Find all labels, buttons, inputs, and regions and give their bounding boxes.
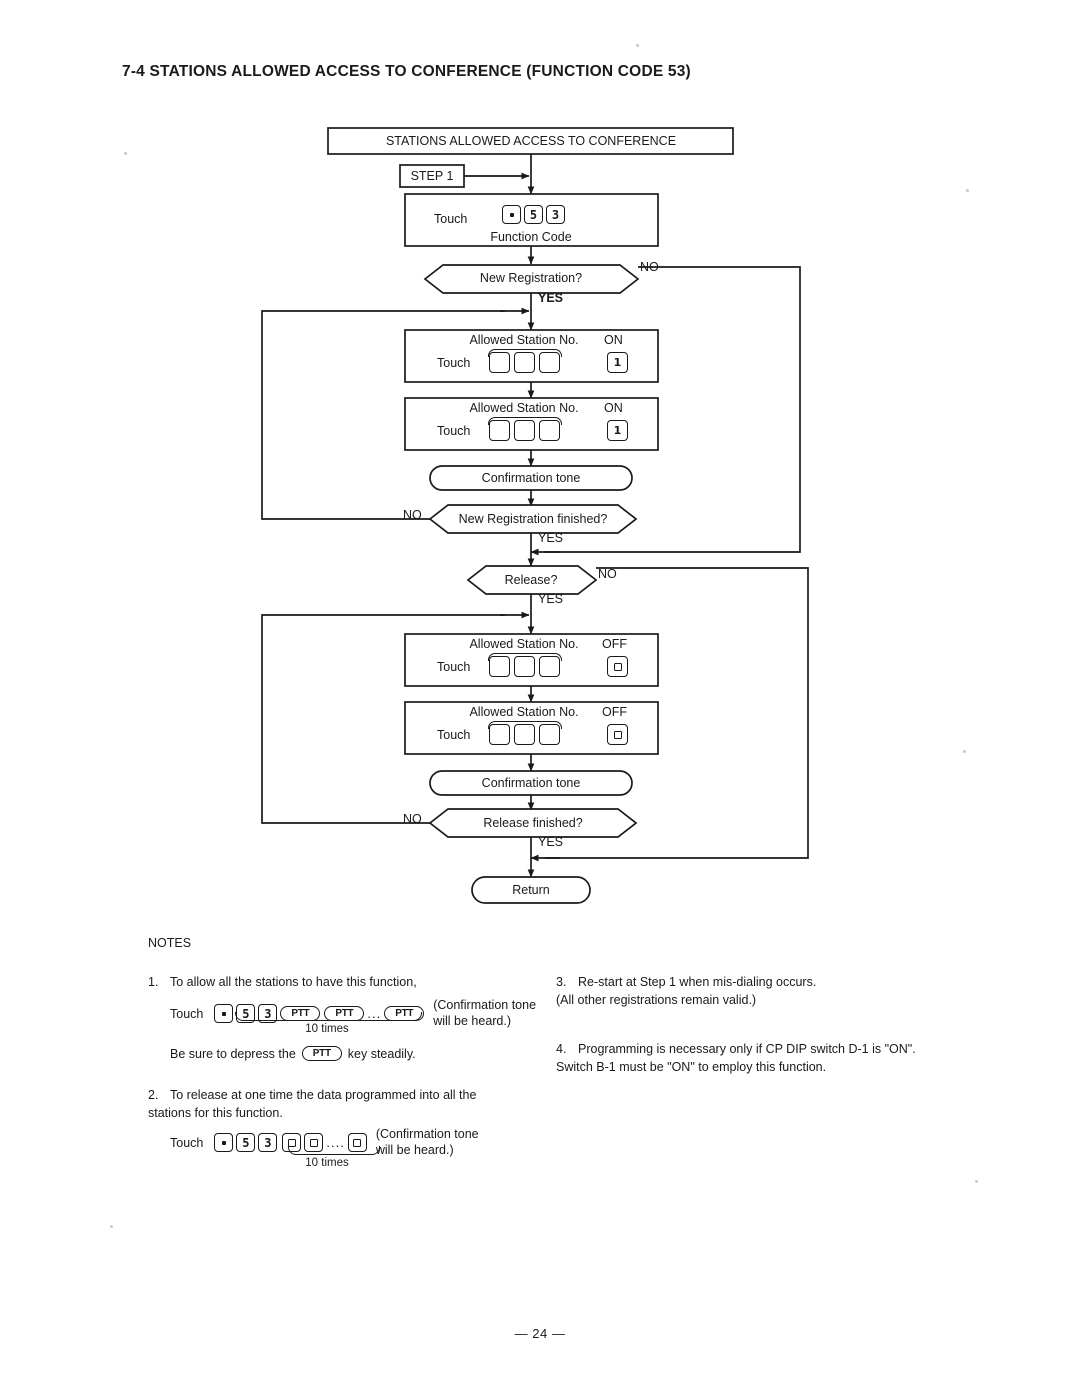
station-on-touch-2: Touch: [437, 424, 471, 438]
function-code-touch-label: Touch: [434, 212, 468, 226]
station-on-title-1: Allowed Station No.: [469, 333, 579, 347]
station-key-2[interactable]: [514, 420, 535, 441]
note-1-underbrace: [235, 1012, 422, 1021]
function-code-keys[interactable]: 5 3: [502, 205, 565, 224]
flowchart: STATIONS ALLOWED ACCESS TO CONFERENCE ST…: [0, 0, 1080, 930]
station-off-title-2: Allowed Station No.: [469, 705, 579, 719]
note-4: 4. Programming is necessary only if CP D…: [556, 1040, 976, 1076]
key-5[interactable]: 5: [524, 205, 543, 224]
station-on-state-label-1: ON: [604, 333, 623, 347]
return-terminal-label: Return: [512, 883, 550, 897]
note-2-repeat-label: 10 times: [305, 1157, 349, 1169]
note-2-touch-label: Touch: [170, 1135, 204, 1150]
branch-no-release: NO: [598, 567, 617, 581]
scan-speck: [975, 1180, 978, 1183]
note-4-number: 4.: [556, 1042, 567, 1056]
state-key-off-1[interactable]: [607, 656, 628, 677]
function-code-caption: Function Code: [490, 230, 572, 244]
state-key-on-2[interactable]: 1: [607, 420, 628, 441]
station-on-touch-1: Touch: [437, 356, 471, 370]
note-1-footer-after: key steadily.: [347, 1046, 416, 1061]
note-4-text: Programming is necessary only if CP DIP …: [556, 1042, 916, 1075]
scan-speck: [966, 189, 969, 192]
key-one-1[interactable]: 1: [607, 352, 628, 373]
decision-new-registration: New Registration?: [479, 271, 583, 285]
station-key-3[interactable]: [539, 724, 560, 745]
note-2: 2. To release at one time the data progr…: [148, 1086, 548, 1122]
note-1-text: To allow all the stations to have this f…: [170, 975, 417, 989]
note-1-repeat-label: 10 times: [305, 1023, 349, 1035]
note-1-touch-label: Touch: [170, 1006, 204, 1021]
branch-no-release-finished: NO: [403, 812, 422, 826]
station-keys-4[interactable]: [489, 724, 560, 745]
note-3: 3. Re-start at Step 1 when mis-dialing o…: [556, 973, 976, 1009]
flow-step-tag: STEP 1: [410, 169, 454, 183]
station-on-state-label-2: ON: [604, 401, 623, 415]
scan-speck: [636, 44, 639, 47]
note-1-paren: (Confirmation tone will be heard.): [433, 998, 537, 1028]
station-off-touch-2: Touch: [437, 728, 471, 742]
station-keys-1[interactable]: [489, 352, 560, 373]
station-off-title-1: Allowed Station No.: [469, 637, 579, 651]
note-1: 1. To allow all the stations to have thi…: [148, 973, 548, 991]
key-dot[interactable]: [214, 1133, 234, 1153]
station-key-1[interactable]: [489, 724, 510, 745]
decision-release: Release?: [504, 573, 558, 587]
confirmation-tone-2: Confirmation tone: [481, 776, 581, 790]
station-key-2[interactable]: [514, 656, 535, 677]
station-off-state-label-2: OFF: [602, 705, 627, 719]
station-off-state-label-1: OFF: [602, 637, 627, 651]
ptt-key-footer[interactable]: PTT: [301, 1046, 342, 1061]
scan-speck: [110, 1225, 113, 1228]
flow-title-box-label: STATIONS ALLOWED ACCESS TO CONFERENCE: [385, 134, 677, 148]
notes-heading: NOTES: [148, 936, 192, 950]
key-dot[interactable]: [502, 205, 521, 224]
note-1-number: 1.: [148, 975, 159, 989]
note-1-footer-before: Be sure to depress the: [170, 1046, 296, 1061]
page-number: — 24 —: [514, 1326, 566, 1341]
branch-yes-new-registration-finished: YES: [538, 531, 564, 545]
station-keys-3[interactable]: [489, 656, 560, 677]
decision-new-registration-finished: New Registration finished?: [458, 512, 608, 526]
station-key-2[interactable]: [514, 724, 535, 745]
note-2-underbrace: [288, 1146, 380, 1155]
station-keys-2[interactable]: [489, 420, 560, 441]
confirmation-tone-1: Confirmation tone: [481, 471, 581, 485]
state-key-on-1[interactable]: 1: [607, 352, 628, 373]
note-2-paren: (Confirmation tone will be heard.): [375, 1127, 479, 1157]
note-2-text: To release at one time the data programm…: [148, 1088, 477, 1121]
station-key-1[interactable]: [489, 420, 510, 441]
note-3-text: Re-start at Step 1 when mis-dialing occu…: [556, 975, 817, 1008]
station-key-3[interactable]: [539, 352, 560, 373]
station-key-3[interactable]: [539, 656, 560, 677]
branch-no-new-registration: NO: [640, 260, 659, 274]
key-3[interactable]: 3: [258, 1133, 278, 1153]
key-one-2[interactable]: 1: [607, 420, 628, 441]
key-dot[interactable]: [214, 1004, 234, 1024]
state-key-off-2[interactable]: [607, 724, 628, 745]
station-key-3[interactable]: [539, 420, 560, 441]
note-2-number: 2.: [148, 1088, 159, 1102]
key-zero-2[interactable]: [607, 724, 628, 745]
document-page: 7-4 STATIONS ALLOWED ACCESS TO CONFERENC…: [0, 0, 1080, 1397]
branch-yes-release: YES: [538, 592, 564, 606]
scan-speck: [124, 152, 127, 155]
note-3-number: 3.: [556, 975, 567, 989]
scan-speck: [963, 750, 966, 753]
decision-release-finished: Release finished?: [483, 816, 583, 830]
branch-no-new-registration-finished: NO: [403, 508, 422, 522]
station-off-touch-1: Touch: [437, 660, 471, 674]
note-1-footer: Be sure to depress the PTT key steadily.: [170, 1046, 416, 1061]
branch-yes-release-finished: YES: [538, 835, 564, 849]
branch-yes-new-registration: YES: [538, 291, 564, 305]
station-key-2[interactable]: [514, 352, 535, 373]
station-key-1[interactable]: [489, 656, 510, 677]
station-key-1[interactable]: [489, 352, 510, 373]
key-5[interactable]: 5: [236, 1133, 256, 1153]
station-on-title-2: Allowed Station No.: [469, 401, 579, 415]
key-3[interactable]: 3: [546, 205, 565, 224]
key-zero-1[interactable]: [607, 656, 628, 677]
